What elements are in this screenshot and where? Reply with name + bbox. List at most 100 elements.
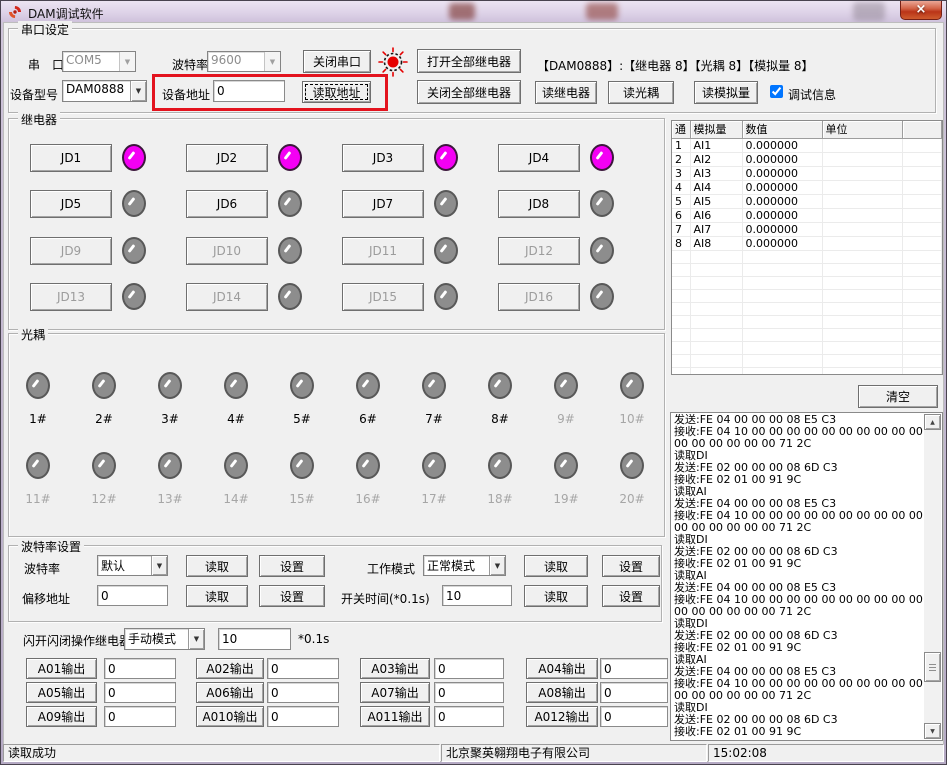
baudrate-combo[interactable]: 默认 ▼: [97, 555, 168, 576]
scroll-down-icon[interactable]: ▼: [924, 723, 941, 739]
relay-led-jd2: [278, 144, 302, 171]
relay-led-jd5: [122, 190, 146, 217]
opto-led-10: [620, 372, 644, 399]
ao8-output-button[interactable]: A08输出: [526, 682, 598, 703]
baud-group-title: 波特率设置: [18, 538, 84, 555]
close-port-button[interactable]: 关闭串口: [303, 50, 371, 73]
opto-led-16: [356, 452, 380, 479]
opto-led-11: [26, 452, 50, 479]
read-relay-button[interactable]: 读继电器: [535, 81, 597, 104]
ao6-value-input[interactable]: [267, 682, 339, 703]
relay-button-jd11: JD11: [342, 237, 424, 265]
offset-address-input[interactable]: [97, 585, 168, 606]
table-row-empty: [672, 341, 942, 354]
flash-mode-combo-value: 手动模式: [125, 629, 188, 649]
opto-led-20: [620, 452, 644, 479]
opto-led-3: [158, 372, 182, 399]
offset-read-button[interactable]: 读取: [186, 585, 248, 607]
relay-button-jd5[interactable]: JD5: [30, 190, 112, 218]
column-header-analog: 模拟量: [690, 121, 742, 138]
close-button[interactable]: ×: [900, 1, 942, 20]
ao4-value-input[interactable]: [600, 658, 668, 679]
baudrate-set-button[interactable]: 设置: [259, 555, 325, 577]
flash-time-input[interactable]: [218, 628, 291, 650]
ao12-value-input[interactable]: [600, 706, 668, 727]
ao3-output-button[interactable]: A03输出: [360, 658, 430, 679]
ao7-output-button[interactable]: A07输出: [360, 682, 430, 703]
ao10-value-input[interactable]: [267, 706, 339, 727]
opto-label-12: 12#: [89, 492, 119, 506]
switch-time-set-button[interactable]: 设置: [602, 585, 660, 607]
ao5-value-input[interactable]: [104, 682, 176, 703]
opto-group: 光耦: [8, 333, 665, 537]
table-row-empty: [672, 250, 942, 263]
ao11-value-input[interactable]: [434, 706, 504, 727]
relay-button-jd7[interactable]: JD7: [342, 190, 424, 218]
offset-set-button[interactable]: 设置: [259, 585, 325, 607]
ao6-output-button[interactable]: A06输出: [196, 682, 264, 703]
relay-button-jd2[interactable]: JD2: [186, 144, 268, 172]
work-mode-read-button[interactable]: 读取: [524, 555, 588, 577]
relay-button-jd1[interactable]: JD1: [30, 144, 112, 172]
port-combo-value: COM5: [63, 52, 119, 71]
ao10-output-button[interactable]: A010输出: [196, 706, 264, 727]
ao8-value-input[interactable]: [600, 682, 668, 703]
read-opto-button[interactable]: 读光耦: [608, 81, 674, 104]
column-header-unit: 单位: [822, 121, 902, 138]
close-all-relays-button[interactable]: 关闭全部继电器: [417, 80, 521, 104]
read-address-button[interactable]: 读取地址: [302, 81, 371, 103]
ao2-output-button[interactable]: A02输出: [196, 658, 264, 679]
address-input[interactable]: [213, 80, 285, 102]
table-row-empty: [672, 302, 942, 315]
work-mode-combo[interactable]: 正常模式 ▼: [423, 555, 506, 576]
read-analog-button[interactable]: 读模拟量: [694, 81, 758, 104]
ao11-output-button[interactable]: A011输出: [360, 706, 430, 727]
opto-led-12: [92, 452, 116, 479]
table-row: 5AI50.000000: [672, 194, 942, 208]
ao7-value-input[interactable]: [434, 682, 504, 703]
opto-led-18: [488, 452, 512, 479]
ao1-output-button[interactable]: A01输出: [26, 658, 97, 679]
scroll-up-icon[interactable]: ▲: [924, 414, 941, 430]
switch-time-input[interactable]: [442, 585, 512, 606]
relay-led-jd12: [590, 237, 614, 264]
debug-info-checkbox[interactable]: [770, 85, 783, 98]
table-row-empty: [672, 263, 942, 276]
opto-label-16: 16#: [353, 492, 383, 506]
work-mode-set-button[interactable]: 设置: [602, 555, 660, 577]
ao3-value-input[interactable]: [434, 658, 504, 679]
opto-label-1: 1#: [23, 412, 53, 426]
scrollbar-thumb[interactable]: [924, 652, 941, 682]
baudrate-read-button[interactable]: 读取: [186, 555, 248, 577]
relay-button-jd3[interactable]: JD3: [342, 144, 424, 172]
ao9-output-button[interactable]: A09输出: [26, 706, 97, 727]
ao1-value-input[interactable]: [104, 658, 176, 679]
open-all-relays-button[interactable]: 打开全部继电器: [417, 49, 521, 73]
ao2-value-input[interactable]: [267, 658, 339, 679]
ao9-value-input[interactable]: [104, 706, 176, 727]
ao12-output-button[interactable]: A012输出: [526, 706, 598, 727]
relay-button-jd4[interactable]: JD4: [498, 144, 580, 172]
ao4-output-button[interactable]: A04输出: [526, 658, 598, 679]
chevron-down-icon: ▼: [151, 556, 167, 575]
log-scrollbar[interactable]: ▲ ▼: [924, 414, 941, 739]
relay-button-jd6[interactable]: JD6: [186, 190, 268, 218]
opto-label-19: 19#: [551, 492, 581, 506]
window-title: DAM调试软件: [28, 5, 104, 22]
baud-combo-value: 9600: [208, 52, 264, 71]
log-text: 发送:FE 04 00 00 00 08 E5 C3 接收:FE 04 10 0…: [674, 414, 923, 739]
flash-mode-combo[interactable]: 手动模式 ▼: [124, 628, 205, 650]
port-combo: COM5 ▼: [62, 51, 136, 72]
relay-button-jd8[interactable]: JD8: [498, 190, 580, 218]
switch-time-label: 开关时间(*0.1s): [341, 590, 430, 607]
ao5-output-button[interactable]: A05输出: [26, 682, 97, 703]
work-mode-combo-value: 正常模式: [424, 556, 489, 575]
opto-label-13: 13#: [155, 492, 185, 506]
table-row: 6AI60.000000: [672, 208, 942, 222]
relay-led-jd7: [434, 190, 458, 217]
clear-log-button[interactable]: 清空: [858, 385, 938, 408]
relay-led-jd8: [590, 190, 614, 217]
switch-time-read-button[interactable]: 读取: [524, 585, 588, 607]
model-combo[interactable]: DAM0888 ▼: [62, 80, 147, 102]
status-message: 读取成功: [3, 744, 440, 762]
